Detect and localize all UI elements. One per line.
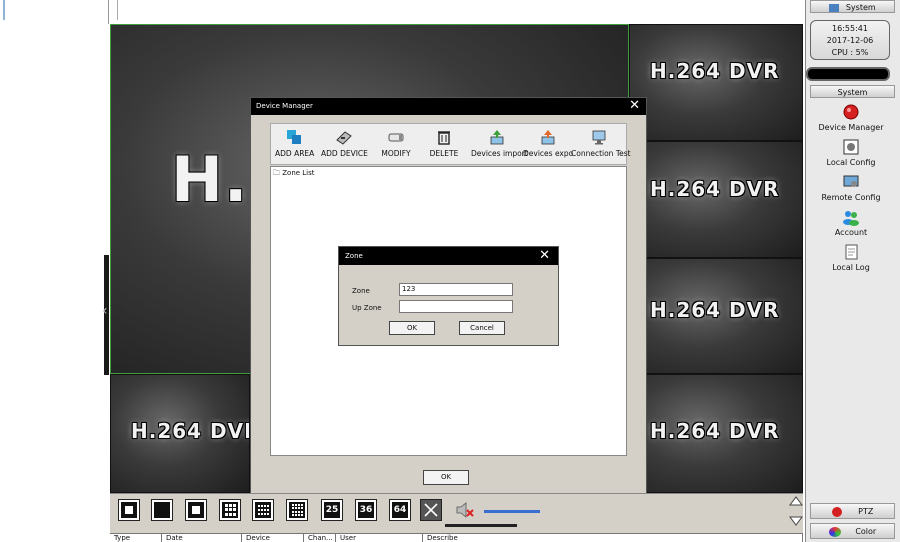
volume-track-dark — [445, 524, 517, 527]
local-log-menu-item[interactable]: Local Log — [812, 243, 890, 272]
account-icon — [843, 211, 859, 226]
video-cell[interactable]: H.264 DVF — [110, 374, 250, 493]
add-area-button[interactable]: ADD AREA — [275, 128, 314, 158]
fullscreen-button[interactable] — [420, 499, 442, 521]
video-watermark: H.264 DVF — [131, 419, 250, 443]
status-bar — [806, 67, 890, 81]
ptz-icon — [831, 506, 842, 517]
left-edge-marker — [3, 0, 5, 20]
video-cell[interactable]: H.264 DVR — [629, 24, 803, 141]
modify-button[interactable]: MODIFY — [379, 128, 413, 158]
layout-6-button[interactable] — [185, 499, 207, 521]
layout-1-button[interactable] — [118, 499, 140, 521]
devices-import-button[interactable]: Devices import — [471, 128, 528, 158]
dialog-title: Zone — [345, 252, 363, 260]
tree-item-zone-list[interactable]: 🗀 Zone List — [273, 169, 315, 180]
chevron-left-icon[interactable]: ‹ — [102, 303, 108, 319]
local-config-icon — [843, 139, 859, 155]
add-device-icon — [336, 131, 352, 145]
clock-time: 16:55:41 — [832, 24, 868, 33]
column-header-date[interactable]: Date — [162, 534, 242, 542]
column-header-describe[interactable]: Describe — [423, 534, 803, 542]
column-header-channel[interactable]: Chan... — [304, 534, 336, 542]
layout-25-button[interactable]: 25 — [321, 499, 343, 521]
video-cell[interactable]: H.264 DVR — [629, 374, 803, 493]
up-zone-input[interactable] — [399, 300, 513, 313]
layout-toolbar: 25 36 64 — [110, 493, 803, 533]
device-manager-menu-item[interactable]: Device Manager — [812, 103, 890, 132]
layout-20-button[interactable] — [286, 499, 308, 521]
column-header-user[interactable]: User — [336, 534, 423, 542]
ok-button[interactable]: OK — [423, 470, 469, 485]
devices-export-button[interactable]: Devices expor — [523, 128, 573, 158]
color-icon — [828, 526, 841, 537]
device-manager-icon — [843, 104, 859, 120]
mute-button[interactable] — [455, 501, 475, 519]
modify-icon — [388, 133, 404, 142]
column-header-device[interactable]: Device — [242, 534, 304, 542]
ok-button[interactable]: OK — [389, 321, 435, 335]
trash-icon — [438, 131, 450, 145]
delete-button[interactable]: DELETE — [429, 128, 459, 158]
folder-icon: 🗀 — [273, 169, 280, 177]
local-log-icon — [845, 244, 858, 260]
export-icon — [541, 130, 555, 145]
zone-label: Zone — [352, 287, 370, 295]
cancel-button[interactable]: Cancel — [459, 321, 505, 335]
zone-input[interactable]: 123 — [399, 283, 513, 296]
clock-display: 16:55:41 2017-12-06 CPU : 5% — [810, 20, 890, 60]
layout-4-button[interactable] — [151, 499, 173, 521]
add-device-button[interactable]: ADD DEVICE — [321, 128, 368, 158]
volume-slider[interactable] — [484, 510, 540, 513]
layout-9-button[interactable] — [219, 499, 241, 521]
connection-test-icon — [592, 130, 606, 145]
local-config-menu-item[interactable]: Local Config — [812, 138, 890, 167]
device-manager-toolbar: ADD AREA ADD DEVICE MODIFY DELETE Device… — [270, 123, 631, 165]
zone-dialog: Zone ✕ Zone 123 Up Zone OK Cancel — [338, 246, 559, 346]
top-blank-area — [108, 0, 805, 24]
video-watermark: H.264 DVR — [650, 298, 780, 322]
scroll-buttons — [788, 495, 804, 527]
remote-config-icon — [843, 175, 859, 187]
dialog-title-bar[interactable]: Device Manager ✕ — [251, 98, 646, 115]
connection-test-button[interactable]: Connection Test — [571, 128, 631, 158]
dialog-title-bar[interactable]: Zone ✕ — [339, 247, 558, 265]
video-watermark: H.264 DVR — [650, 419, 780, 443]
video-cell[interactable]: H.264 DVR — [629, 141, 803, 258]
scroll-up-down-icon[interactable] — [788, 495, 804, 527]
dialog-title: Device Manager — [256, 102, 313, 110]
video-cell[interactable]: H.264 DVR — [629, 258, 803, 374]
top-divider — [117, 0, 118, 20]
clock-date: 2017-12-06 — [826, 36, 874, 45]
import-icon — [490, 130, 504, 145]
color-button[interactable]: Color — [810, 523, 895, 539]
log-table-header: Type Date Device Chan... User Describe — [110, 533, 803, 542]
video-watermark: H. — [171, 143, 249, 216]
column-header-type[interactable]: Type — [110, 534, 162, 542]
fullscreen-icon — [424, 503, 438, 517]
system-section-header[interactable]: System — [810, 85, 895, 98]
speaker-muted-icon — [456, 502, 474, 518]
video-watermark: H.264 DVR — [650, 59, 780, 83]
up-zone-label: Up Zone — [352, 304, 382, 312]
cpu-usage: CPU : 5% — [831, 48, 869, 57]
close-icon[interactable]: ✕ — [629, 99, 640, 113]
account-menu-item[interactable]: Account — [812, 208, 890, 237]
layout-36-button[interactable]: 36 — [355, 499, 377, 521]
remote-config-menu-item[interactable]: Remote Config — [812, 173, 890, 202]
system-tab-button[interactable]: System — [810, 0, 895, 13]
layout-16-button[interactable] — [252, 499, 274, 521]
add-area-icon — [287, 130, 301, 144]
layout-64-button[interactable]: 64 — [389, 499, 411, 521]
left-strip — [0, 0, 108, 542]
video-watermark: H.264 DVR — [650, 177, 780, 201]
ptz-button[interactable]: PTZ — [810, 503, 895, 519]
close-icon[interactable]: ✕ — [539, 248, 550, 263]
system-icon — [829, 3, 840, 12]
